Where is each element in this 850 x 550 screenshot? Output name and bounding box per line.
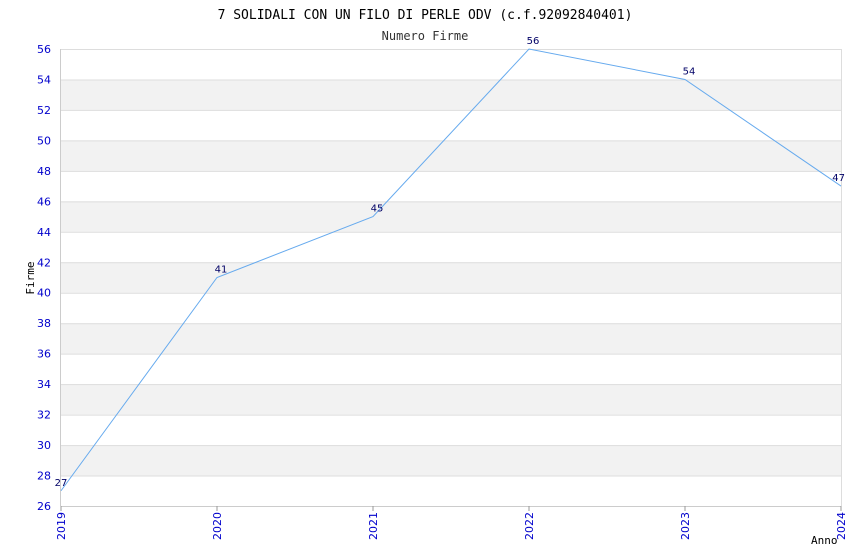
y-tick-label: 28 (37, 470, 51, 483)
line-chart: 26 28 30 32 34 36 38 40 42 44 46 48 50 52 54 56 2019 202… (24, 8, 848, 547)
y-tick-label: 42 (37, 256, 51, 269)
x-tick-label: 2019 (55, 512, 68, 540)
y-tick-label: 46 (37, 195, 51, 208)
data-label: 45 (371, 204, 384, 215)
data-label: 27 (55, 478, 68, 489)
grid-band (61, 445, 841, 476)
y-tick-label: 26 (37, 500, 51, 513)
y-tick-label: 38 (37, 317, 51, 330)
y-tick-label: 44 (37, 226, 51, 239)
x-tick-label: 2020 (211, 512, 224, 540)
grid-band (61, 201, 841, 232)
y-tick-label: 30 (37, 439, 51, 452)
x-tick-label: 2023 (679, 512, 692, 540)
y-tick-label: 48 (37, 165, 51, 178)
y-tick-label: 36 (37, 348, 51, 361)
data-label: 47 (832, 173, 845, 184)
grid-bands (61, 79, 841, 476)
grid-band (61, 140, 841, 171)
grid-band (61, 262, 841, 293)
y-tick-label: 40 (37, 287, 51, 300)
y-tick-label: 32 (37, 409, 51, 422)
y-tick-label: 52 (37, 104, 51, 117)
chart-subtitle: Numero Firme (382, 29, 469, 43)
data-label: 56 (527, 36, 540, 47)
chart-title: 7 SOLIDALI CON UN FILO DI PERLE ODV (c.f… (218, 8, 633, 23)
grid-band (61, 323, 841, 354)
grid-band (61, 79, 841, 110)
x-axis-ticks: 2019 2020 2021 2022 2023 2024 (55, 506, 848, 540)
y-tick-label: 54 (37, 73, 51, 86)
y-tick-label: 34 (37, 378, 51, 391)
x-tick-label: 2022 (523, 512, 536, 540)
y-axis-title: Firme (24, 261, 37, 294)
y-tick-label: 56 (37, 43, 51, 56)
grid-band (61, 384, 841, 415)
y-axis-ticks: 26 28 30 32 34 36 38 40 42 44 46 48 50 52 54 56 (37, 43, 51, 513)
data-label: 41 (215, 265, 228, 276)
x-axis-title: Anno (811, 534, 838, 547)
data-label: 54 (683, 66, 696, 77)
x-tick-label: 2021 (367, 512, 380, 540)
y-tick-label: 50 (37, 134, 51, 147)
